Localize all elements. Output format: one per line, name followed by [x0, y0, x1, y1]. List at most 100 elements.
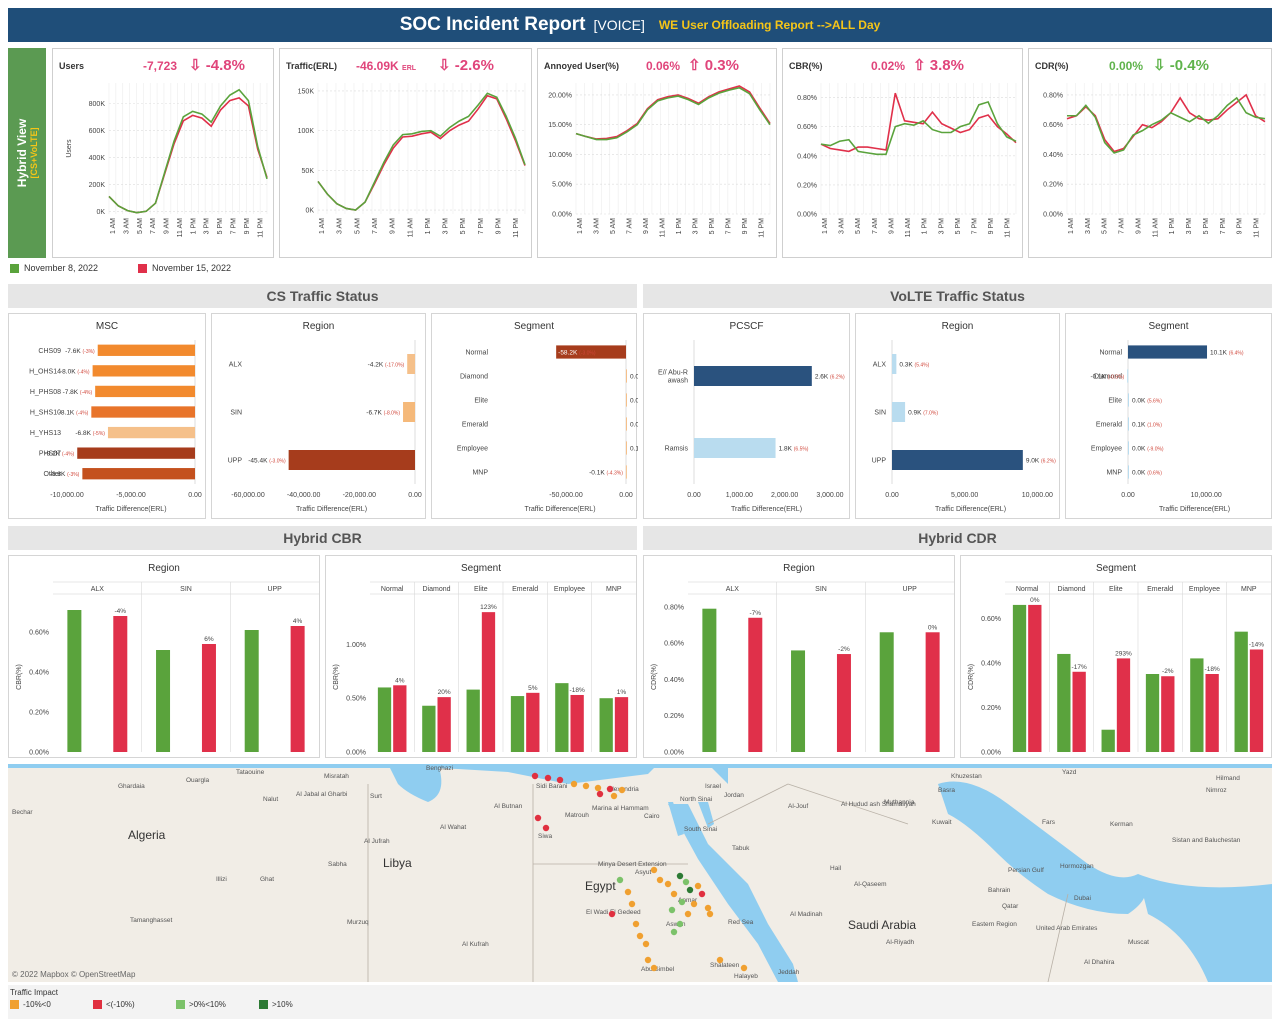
x-tick-label: 3 PM [204, 218, 211, 235]
x-tick-label: 9 PM [1237, 218, 1244, 235]
volte-pcscf-bar-chart: E// Abu-Rawash 2.6K (6.2%) Ramsis 1.8K (6.5… [658, 340, 845, 513]
y-tick-label: 200K [89, 182, 106, 189]
data-label-pct: (-0.5%) [1108, 375, 1125, 381]
bar [1127, 369, 1129, 383]
report-header: SOC Incident Report [VOICE] WE User Offl… [8, 8, 1272, 42]
y-axis-label: CDR(%) [651, 664, 658, 690]
cs-segment-panel[interactable]: Segment Normal-58.2K (-3.0%)Diamond0.0K … [431, 313, 638, 519]
group-label: Employee [1189, 586, 1220, 593]
kpi-card-traffic[interactable]: Traffic(ERL) -46.09K ERL ⇩ -2.6% 0K 50K 10… [279, 48, 532, 258]
map-label: Al-Qaseem [854, 881, 887, 888]
map-label: Kerman [1110, 821, 1133, 828]
gulf-of-oman [1138, 874, 1272, 982]
bar-red [1161, 676, 1175, 752]
y-tick-label: 1.00% [346, 642, 366, 649]
legend-item-green[interactable]: November 8, 2022 [10, 263, 98, 273]
volte-segment-panel[interactable]: Segment Normal 10.1K (6.4%) Diamond -0.1K (… [1065, 313, 1272, 519]
map-label: Abu Simbel [641, 966, 675, 973]
site-marker [632, 920, 640, 928]
y-tick-label: 150K [298, 88, 315, 95]
x-tick-label: 5 AM [354, 218, 361, 234]
map-label: Tamanghasset [130, 917, 172, 924]
map-label: Sistan and Baluchestan [1172, 837, 1241, 844]
bar-green [422, 705, 436, 752]
map-label: United Arab Emirates [1036, 925, 1098, 932]
site-marker [642, 940, 650, 948]
map-label: Algeria [128, 828, 166, 842]
bar-red [748, 617, 763, 752]
x-tick-label: 7 PM [231, 218, 238, 235]
site-marker [636, 932, 644, 940]
cs-region-bar-chart: ALX -4.2K (-17.0%) SIN -6.7K (-8.0%) UPP -45.… [228, 340, 422, 513]
traffic-impact-map[interactable]: Algeria Libya Egypt Saudi Arabia Jordan Bengh… [8, 764, 1272, 982]
series-line-green [820, 100, 1017, 156]
kpi-card-annoyed-user[interactable]: Annoyed User(%) 0.06% ⇧ 0.3% 0.00% 5.00% 1… [537, 48, 777, 258]
y-tick-label: 0.80% [664, 604, 684, 611]
x-tick-label: 0.00 [619, 492, 633, 499]
y-tick-label: 0.40% [981, 660, 1001, 667]
data-label-pct: (-3.0%) [579, 351, 596, 357]
site-marker [628, 900, 636, 908]
hybrid-view-title: Hybrid View [15, 118, 29, 188]
x-tick-label: 7 PM [971, 218, 978, 235]
map-label: Al Dhahira [1084, 959, 1115, 966]
x-tick-label: 3 AM [337, 218, 344, 234]
data-label-value: -7.8K [63, 389, 80, 396]
bar [91, 406, 195, 418]
bar [694, 366, 812, 386]
data-label-pct: (6.2%) [1041, 459, 1056, 465]
x-tick-label: 7 AM [372, 218, 379, 234]
hybrid-view-subtitle: [CS+VoLTE] [29, 127, 39, 179]
kpi-card-users[interactable]: Users -7,723 ⇩ -4.8% 0K 200K 400K 600K 800K U… [52, 48, 274, 258]
y-tick-label: 0.00% [664, 750, 684, 757]
cbr-segment-column-chart: 0.00% 0.50% 1.00% CBR(%) Normal 4% Diamond 20% E… [333, 581, 636, 757]
data-label-value: 1.8K [779, 446, 794, 453]
cdr-region-panel[interactable]: Region 0.00% 0.20% 0.40% 0.60% 0.80% CDR(%) AL… [643, 555, 955, 758]
site-marker [582, 782, 590, 790]
x-tick-label: 1 AM [1068, 218, 1075, 234]
kpi-card-cbr[interactable]: CBR(%) 0.02% ⇧ 3.8% 0.00% 0.20% 0.40% 0.60%… [782, 48, 1023, 258]
row-label: SIN [874, 410, 886, 417]
volte-region-panel[interactable]: Region ALX 0.3K (5.4%) SIN 0.9K (7.0%) UPP 9.… [855, 313, 1060, 519]
map-label: Al-Riyadh [886, 939, 915, 946]
bar [1128, 465, 1129, 479]
x-tick-label: 9 PM [742, 218, 749, 235]
bar [77, 447, 195, 459]
group-label: Elite [1109, 586, 1123, 593]
traffic-legend-item[interactable]: -10%<0 [10, 1000, 51, 1009]
traffic-legend-item[interactable]: <(-10%) [93, 1000, 135, 1009]
data-label-value: -8.8K [50, 471, 67, 478]
cs-msc-panel[interactable]: MSC CHS09 -7.6K (-3%) H_OHS14 -8.0K (-4%) H_… [8, 313, 206, 519]
map-canvas[interactable]: Algeria Libya Egypt Saudi Arabia Jordan Bengh… [8, 764, 1272, 982]
data-label: 0.1K (23.7%) [630, 446, 638, 453]
site-marker [544, 774, 552, 782]
traffic-legend-item[interactable]: >10% [259, 1000, 293, 1009]
cs-region-panel[interactable]: Region ALX -4.2K (-17.0%) SIN -6.7K (-8.0%)… [211, 313, 426, 519]
map-label: Surt [370, 793, 382, 800]
data-label: 0.9K (7.0%) [908, 410, 938, 417]
cbr-region-panel[interactable]: Region 0.00% 0.20% 0.40% 0.60% CBR(%) ALX -4% S… [8, 555, 320, 758]
x-axis-label: Traffic Difference(ERL) [95, 506, 166, 513]
kpi-card-cdr[interactable]: CDR(%) 0.00% ⇩ -0.4% 0.00% 0.20% 0.40% 0.60… [1028, 48, 1272, 258]
site-marker [664, 880, 672, 888]
x-tick-label: 1 PM [676, 218, 683, 235]
x-tick-label: 5 AM [855, 218, 862, 234]
map-label: Red Sea [728, 919, 754, 926]
bar-red [393, 685, 407, 752]
y-tick-label: 0.40% [1043, 152, 1063, 159]
x-tick-label: 10,000.00 [1022, 492, 1053, 499]
bar-green [244, 630, 259, 752]
cdr-segment-panel[interactable]: Segment 0.00% 0.20% 0.40% 0.60% CDR(%) Normal… [960, 555, 1272, 758]
bar-red [1072, 671, 1086, 752]
cbr-segment-panel[interactable]: Segment 0.00% 0.50% 1.00% CBR(%) Normal 4% Dia… [325, 555, 637, 758]
legend-item-red[interactable]: November 15, 2022 [138, 263, 231, 273]
traffic-legend-item[interactable]: >0%<10% [176, 1000, 226, 1009]
volte-pcscf-panel[interactable]: PCSCF E// Abu-R awash 2.6K (6.2%) Ramsis 1.8… [643, 313, 850, 519]
map-credit: © 2022 Mapbox © OpenStreetMap [12, 970, 136, 979]
section-cs-traffic: CS Traffic Status [8, 284, 637, 308]
group-label: ALX [726, 586, 740, 593]
data-label: 10.1K (6.4%) [1210, 350, 1244, 357]
section-hybrid-cbr: Hybrid CBR [8, 526, 637, 550]
x-tick-label: 9 AM [643, 218, 650, 234]
map-label: Muscat [1128, 939, 1149, 946]
